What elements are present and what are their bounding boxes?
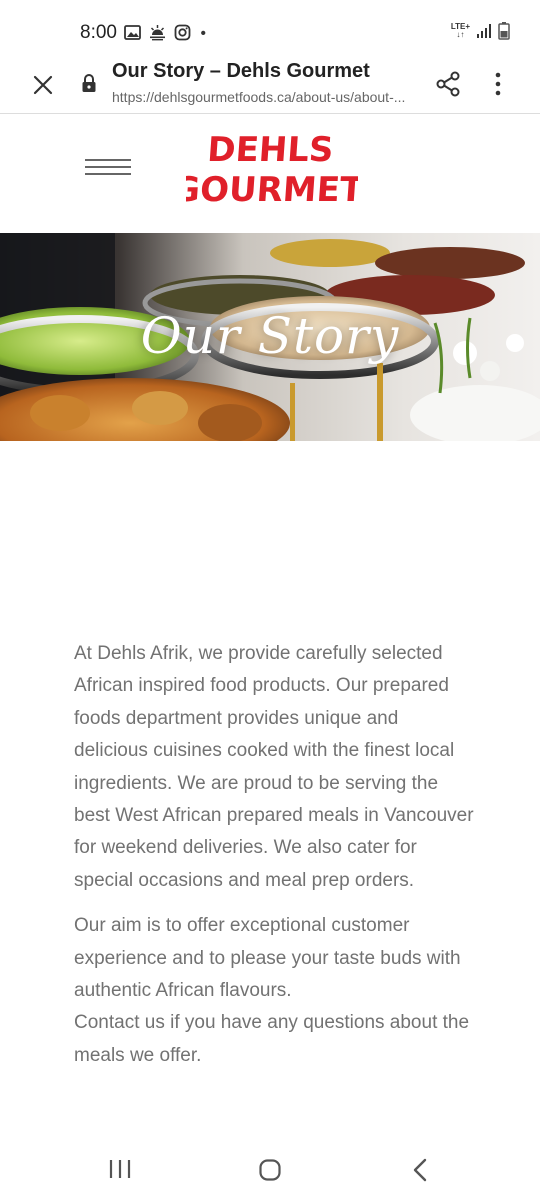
paragraph-aim: Our aim is to offer exceptional customer…	[74, 915, 461, 1002]
notification-icons	[124, 24, 211, 41]
system-icons: LTE+ ↓↑	[451, 22, 510, 40]
site-logo[interactable]: DEHLS GOURMET	[186, 127, 358, 209]
status-bar: 8:00 LTE+ ↓↑	[0, 0, 540, 58]
lock-icon	[82, 74, 96, 92]
hero-banner: Our Story	[0, 233, 540, 441]
gallery-icon	[124, 25, 141, 40]
paragraph-contact: Contact us if you have any questions abo…	[74, 1012, 470, 1066]
browser-toolbar: Our Story – Dehls Gourmet https://dehlsg…	[0, 58, 540, 114]
signal-icon	[477, 24, 491, 38]
share-icon[interactable]	[434, 70, 462, 98]
page-url[interactable]: https://dehlsgourmetfoods.ca/about-us/ab…	[112, 89, 432, 105]
battery-icon	[498, 22, 510, 40]
hamburger-menu-icon[interactable]	[84, 157, 132, 177]
close-icon[interactable]	[28, 70, 58, 100]
more-vert-icon[interactable]	[488, 70, 508, 98]
lte-icon: LTE+ ↓↑	[450, 22, 470, 39]
instagram-icon	[174, 24, 191, 41]
dot-icon	[201, 30, 206, 35]
site-header: DEHLS GOURMET	[0, 115, 540, 233]
page-title: Our Story – Dehls Gourmet	[112, 60, 370, 82]
logo-line2: GOURMET	[186, 170, 358, 209]
weather-icon	[150, 25, 165, 41]
paragraph-intro: At Dehls Afrik, we provide carefully sel…	[74, 643, 474, 891]
about-content: At Dehls Afrik, we provide carefully sel…	[74, 638, 474, 1085]
recents-icon[interactable]	[108, 1158, 132, 1180]
hero-title: Our Story	[140, 307, 400, 365]
back-icon[interactable]	[410, 1157, 430, 1183]
network-label: LTE+	[450, 22, 470, 31]
home-icon[interactable]	[258, 1158, 282, 1182]
status-time: 8:00	[80, 22, 117, 43]
logo-line1: DEHLS	[206, 130, 335, 170]
system-nav-bar	[0, 1140, 540, 1200]
